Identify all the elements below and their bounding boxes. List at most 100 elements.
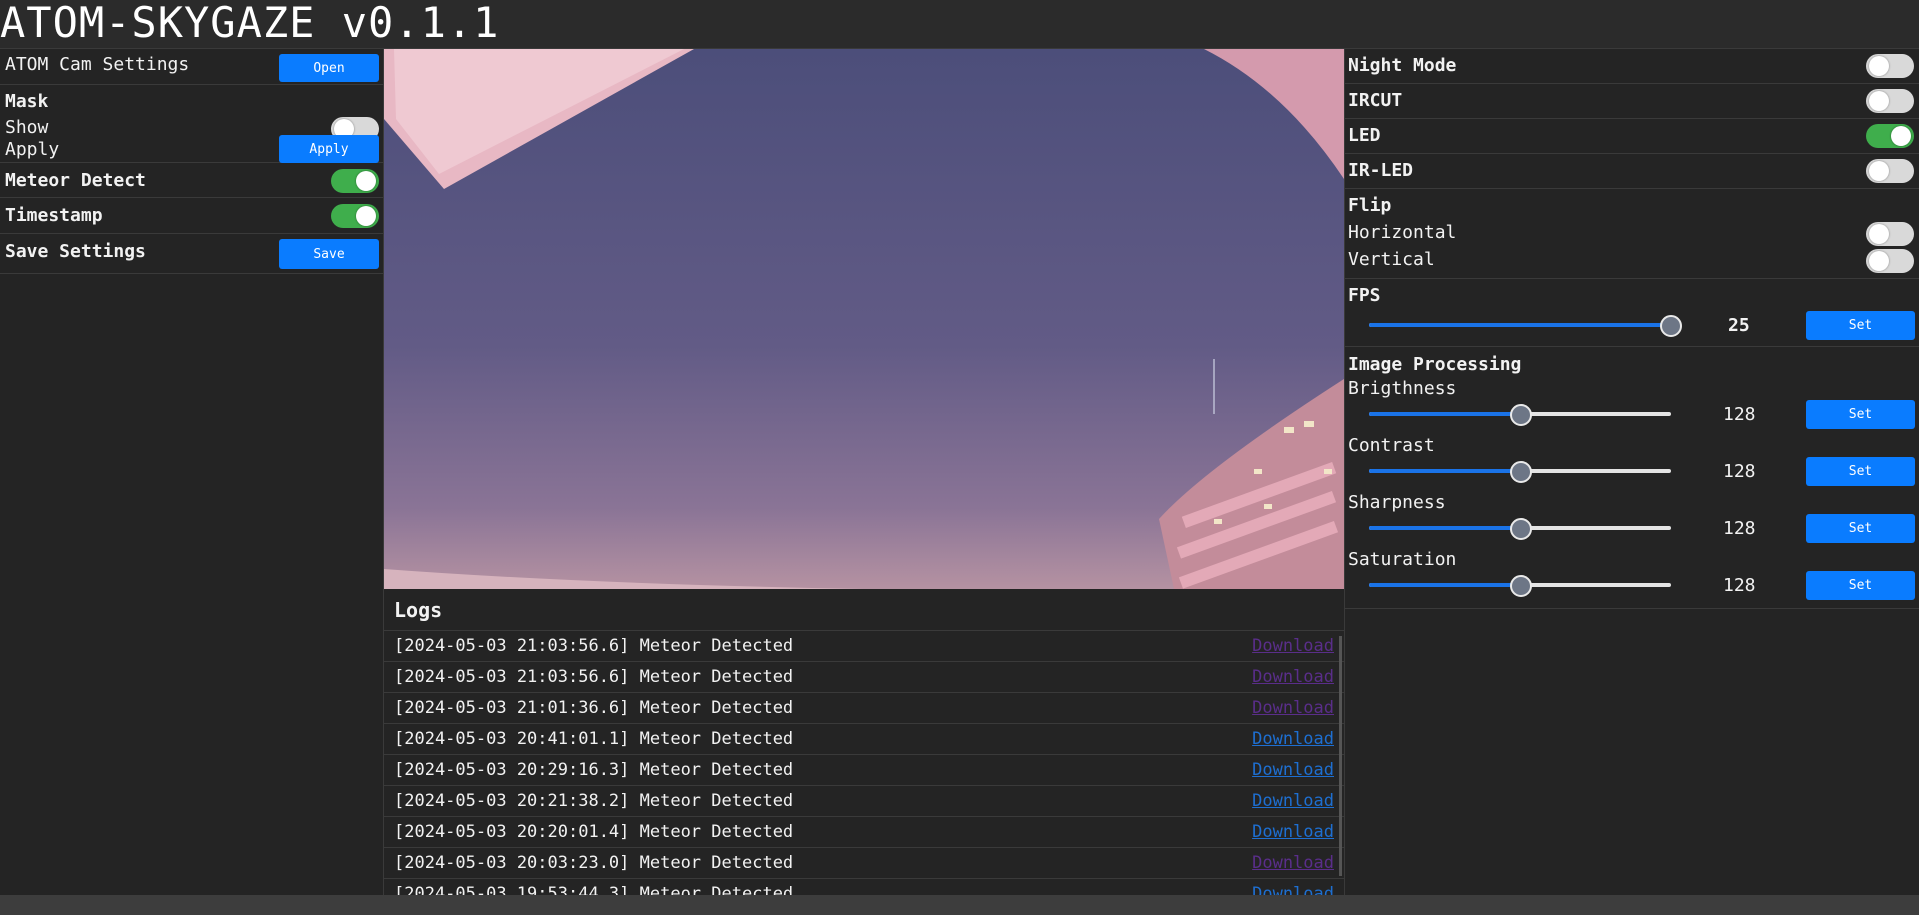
log-row: [2024-05-03 20:21:38.2] Meteor Detected D… <box>384 786 1344 817</box>
log-entry-text: [2024-05-03 20:21:38.2] Meteor Detected <box>394 791 794 811</box>
toggle-knob <box>1869 251 1889 271</box>
log-entry-text: [2024-05-03 20:20:01.4] Meteor Detected <box>394 822 794 842</box>
brigthness-set-button[interactable]: Set <box>1806 400 1915 429</box>
ircut-row: IRCUT <box>1345 84 1919 119</box>
save-settings-label: Save Settings <box>5 241 146 262</box>
mask-apply-button[interactable]: Apply <box>279 135 379 163</box>
download-link[interactable]: Download <box>1252 760 1334 780</box>
contrast-set-button[interactable]: Set <box>1806 457 1915 486</box>
flip-vertical-label: Vertical <box>1348 249 1435 270</box>
flip-vertical-toggle[interactable] <box>1866 249 1914 273</box>
log-row: [2024-05-03 21:03:56.6] Meteor Detected D… <box>384 662 1344 693</box>
meteor-detect-row: Meteor Detect <box>0 163 383 198</box>
camera-preview <box>384 49 1344 589</box>
meteor-detect-toggle[interactable] <box>331 169 379 193</box>
fps-heading: FPS <box>1348 285 1381 306</box>
slider-thumb[interactable] <box>1510 518 1532 540</box>
open-atom-cam-button[interactable]: Open <box>279 54 379 82</box>
mask-show-label: Show <box>5 117 49 138</box>
slider-thumb[interactable] <box>1510 575 1532 597</box>
flip-horizontal-toggle[interactable] <box>1866 222 1914 246</box>
slider-thumb[interactable] <box>1510 404 1532 426</box>
led-row: LED <box>1345 119 1919 154</box>
brigthness-value: 128 <box>1723 404 1756 425</box>
contrast-label: Contrast <box>1348 435 1435 456</box>
flip-heading: Flip <box>1348 195 1392 216</box>
saturation-set-button[interactable]: Set <box>1806 571 1915 600</box>
toggle-knob <box>1891 126 1911 146</box>
toggle-knob <box>1869 224 1889 244</box>
download-link[interactable]: Download <box>1252 667 1334 687</box>
download-link[interactable]: Download <box>1252 636 1334 656</box>
slider-fill <box>1369 412 1521 416</box>
log-entry-text: [2024-05-03 20:29:16.3] Meteor Detected <box>394 760 794 780</box>
download-link[interactable]: Download <box>1252 853 1334 873</box>
brigthness-label: Brigthness <box>1348 378 1457 399</box>
fps-set-button[interactable]: Set <box>1806 311 1915 340</box>
log-row: [2024-05-03 21:01:36.6] Meteor Detected D… <box>384 693 1344 724</box>
log-row: [2024-05-03 20:03:23.0] Meteor Detected D… <box>384 848 1344 879</box>
timestamp-toggle[interactable] <box>331 204 379 228</box>
download-link[interactable]: Download <box>1252 822 1334 842</box>
bottom-scrollbar[interactable] <box>0 895 1919 915</box>
save-settings-row: Save Settings Save <box>0 234 383 274</box>
mask-apply-label: Apply <box>5 139 60 160</box>
ir-led-label: IR-LED <box>1348 160 1414 181</box>
mask-heading: Mask <box>5 91 49 112</box>
image-processing-heading: Image Processing <box>1348 354 1522 375</box>
log-entry-text: [2024-05-03 20:03:23.0] Meteor Detected <box>394 853 794 873</box>
led-toggle[interactable] <box>1866 124 1914 148</box>
slider-thumb[interactable] <box>1510 461 1532 483</box>
download-link[interactable]: Download <box>1252 791 1334 811</box>
save-settings-button[interactable]: Save <box>279 239 379 269</box>
slider-fill <box>1369 583 1521 587</box>
logs-scrollbar[interactable] <box>1339 636 1342 876</box>
log-row: [2024-05-03 20:41:01.1] Meteor Detected D… <box>384 724 1344 755</box>
log-row: [2024-05-03 20:29:16.3] Meteor Detected D… <box>384 755 1344 786</box>
log-entry-text: [2024-05-03 21:03:56.6] Meteor Detected <box>394 636 794 656</box>
mask-section: Mask Show Apply Apply <box>0 85 383 163</box>
fps-value: 25 <box>1728 315 1750 336</box>
sharpness-set-button[interactable]: Set <box>1806 514 1915 543</box>
slider-fill <box>1369 469 1521 473</box>
log-row: [2024-05-03 21:03:56.6] Meteor Detected D… <box>384 631 1344 662</box>
logs-heading: Logs <box>394 598 443 622</box>
right-settings-panel: Night Mode IRCUT LED IR-LED Flip Horizon… <box>1344 49 1919 895</box>
saturation-slider[interactable] <box>1369 573 1671 597</box>
saturation-label: Saturation <box>1348 549 1457 570</box>
app-header: ATOM-SKYGAZE v0.1.1 <box>0 0 1919 49</box>
sharpness-slider[interactable] <box>1369 516 1671 540</box>
log-entry-text: [2024-05-03 21:01:36.6] Meteor Detected <box>394 698 794 718</box>
ircut-label: IRCUT <box>1348 90 1403 111</box>
toggle-knob <box>356 206 376 226</box>
left-settings-panel: ATOM Cam Settings Open Mask Show Apply A… <box>0 49 384 895</box>
log-row: [2024-05-03 20:20:01.4] Meteor Detected D… <box>384 817 1344 848</box>
image-processing-section: Image Processing Brigthness 128 Set Contras… <box>1345 347 1919 609</box>
night-mode-label: Night Mode <box>1348 55 1457 76</box>
saturation-value: 128 <box>1723 575 1756 596</box>
timestamp-row: Timestamp <box>0 198 383 234</box>
toggle-knob <box>1869 91 1889 111</box>
center-area: Logs [2024-05-03 21:03:56.6] Meteor Dete… <box>384 49 1344 896</box>
contrast-slider[interactable] <box>1369 459 1671 483</box>
log-entry-text: [2024-05-03 21:03:56.6] Meteor Detected <box>394 667 794 687</box>
logs-list: [2024-05-03 21:03:56.6] Meteor Detected D… <box>384 630 1344 896</box>
brigthness-slider[interactable] <box>1369 402 1671 426</box>
sharpness-value: 128 <box>1723 518 1756 539</box>
slider-fill <box>1369 323 1671 327</box>
slider-thumb[interactable] <box>1660 315 1682 337</box>
download-link[interactable]: Download <box>1252 729 1334 749</box>
toggle-knob <box>1869 161 1889 181</box>
download-link[interactable]: Download <box>1252 698 1334 718</box>
fps-slider[interactable] <box>1369 313 1682 337</box>
log-entry-text: [2024-05-03 20:41:01.1] Meteor Detected <box>394 729 794 749</box>
ircut-toggle[interactable] <box>1866 89 1914 113</box>
app-title: ATOM-SKYGAZE v0.1.1 <box>0 0 500 47</box>
ir-led-toggle[interactable] <box>1866 159 1914 183</box>
fps-section: FPS 25 Set <box>1345 279 1919 347</box>
night-mode-row: Night Mode <box>1345 49 1919 84</box>
ir-led-row: IR-LED <box>1345 154 1919 189</box>
sharpness-label: Sharpness <box>1348 492 1446 513</box>
night-mode-toggle[interactable] <box>1866 54 1914 78</box>
log-row: [2024-05-03 19:53:44.3] Meteor Detected D… <box>384 879 1344 896</box>
